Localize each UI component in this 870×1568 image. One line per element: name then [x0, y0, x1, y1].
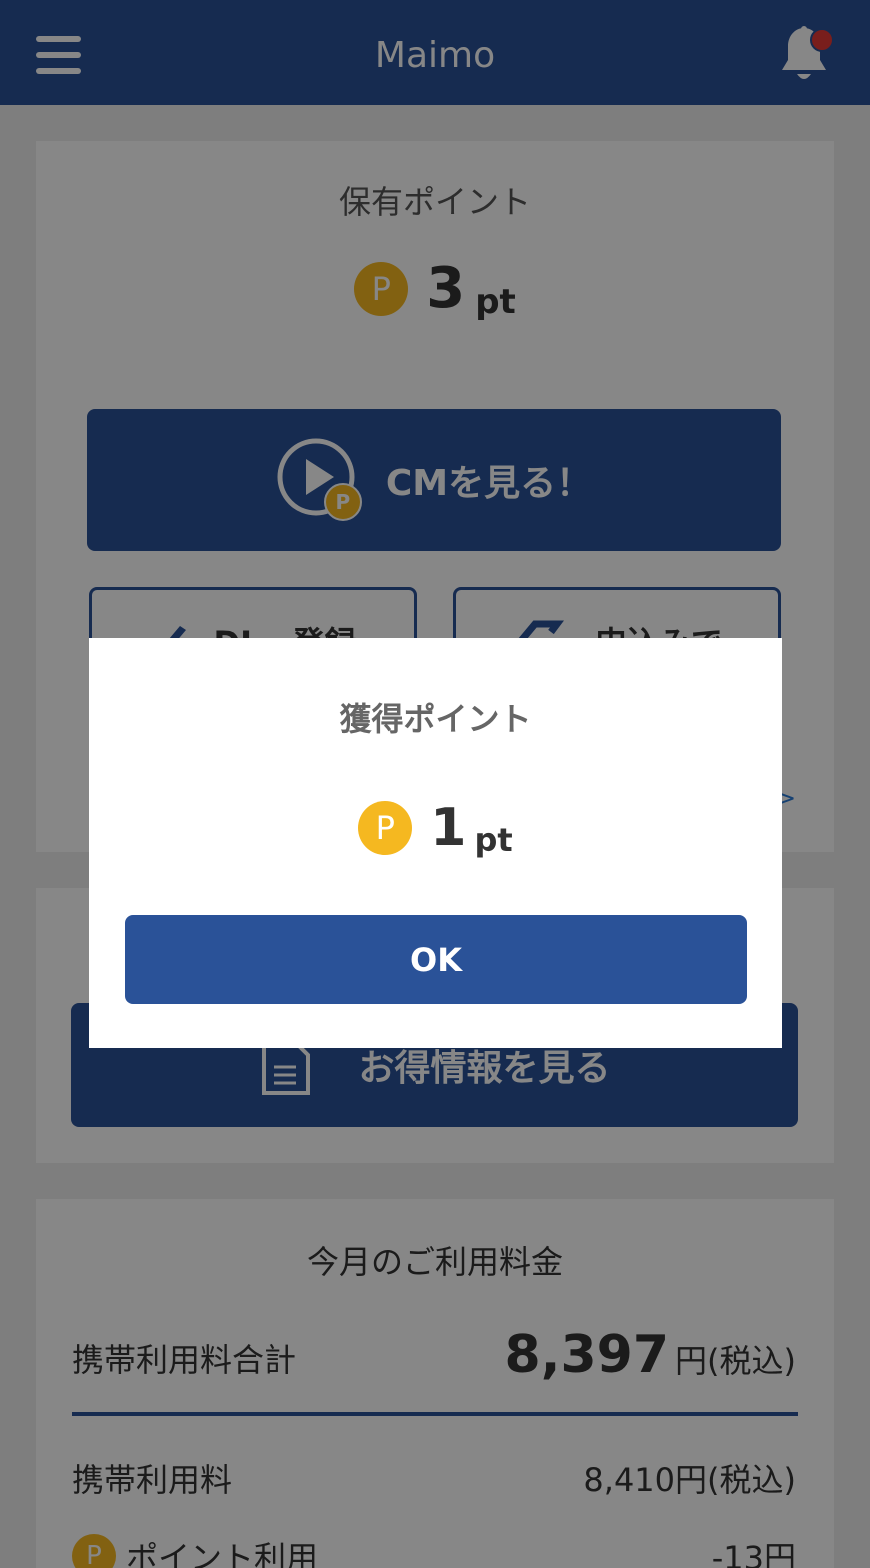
earned-points-value: 1: [430, 798, 467, 858]
earned-points-unit: pt: [474, 821, 513, 859]
earned-points: P 1 pt: [89, 798, 782, 859]
ok-button[interactable]: OK: [125, 915, 747, 1004]
earned-points-modal: 獲得ポイント P 1 pt OK: [89, 638, 782, 1048]
modal-title: 獲得ポイント: [339, 700, 532, 738]
point-coin-icon: P: [358, 801, 413, 855]
